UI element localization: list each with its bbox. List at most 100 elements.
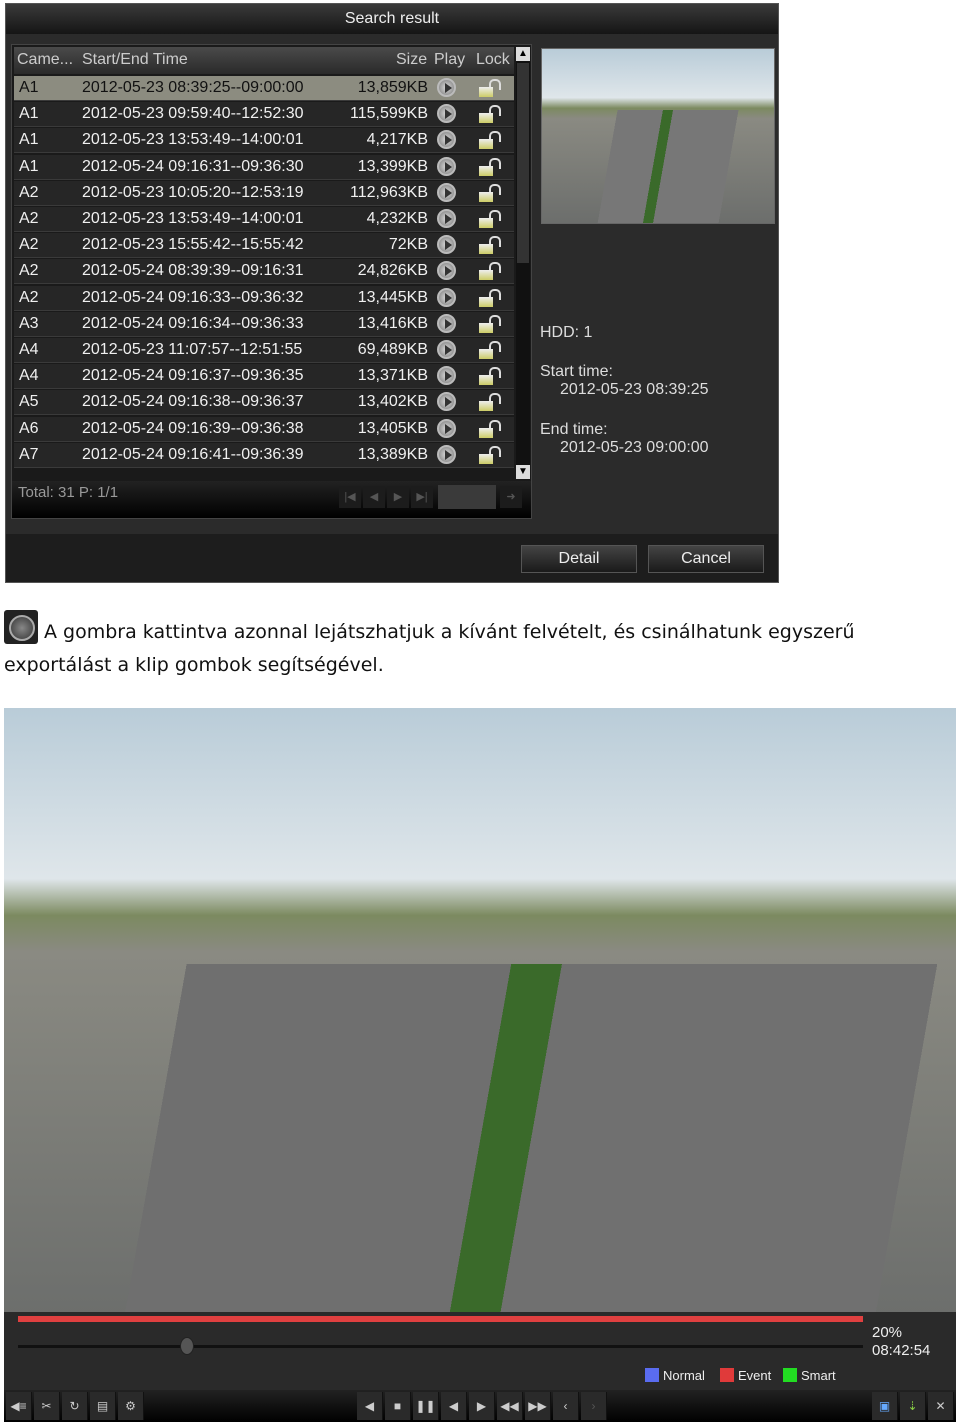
progress-slider[interactable] bbox=[18, 1345, 863, 1348]
close-icon[interactable]: ✕ bbox=[928, 1392, 954, 1420]
time-cell: 2012-05-24 09:16:37--09:36:35 bbox=[82, 367, 304, 385]
previous-icon[interactable]: ‹ bbox=[553, 1392, 579, 1420]
table-row[interactable]: A1 2012-05-23 08:39:25--09:00:00 13,859KB bbox=[14, 76, 514, 101]
column-time[interactable]: Start/End Time bbox=[82, 51, 188, 69]
list-scrollbar[interactable]: ▲ ▼ bbox=[516, 47, 530, 479]
column-size[interactable]: Size bbox=[396, 51, 427, 69]
forward-30s-icon[interactable]: ▶ bbox=[469, 1392, 495, 1420]
play-icon[interactable] bbox=[437, 104, 456, 124]
event-timeline-bar bbox=[18, 1316, 863, 1322]
time-cell: 2012-05-23 13:53:49--14:00:01 bbox=[82, 131, 304, 149]
audio-icon[interactable]: ◀≡ bbox=[6, 1392, 32, 1420]
camera-cell: A2 bbox=[19, 210, 39, 227]
play-icon[interactable] bbox=[437, 209, 456, 228]
first-page-icon[interactable]: |◀ bbox=[339, 486, 361, 508]
play-icon[interactable] bbox=[437, 261, 456, 281]
unlock-icon[interactable] bbox=[479, 183, 501, 203]
unlock-icon[interactable] bbox=[479, 445, 501, 465]
play-icon[interactable] bbox=[437, 78, 456, 97]
go-page-icon[interactable]: ➜ bbox=[500, 486, 522, 508]
play-icon[interactable] bbox=[437, 418, 456, 438]
next-icon[interactable]: › bbox=[581, 1392, 607, 1420]
unlock-icon[interactable] bbox=[479, 288, 501, 308]
table-row[interactable]: A2 2012-05-23 13:53:49--14:00:01 4,232KB bbox=[14, 207, 514, 232]
time-cell: 2012-05-24 09:16:34--09:36:33 bbox=[82, 314, 304, 332]
prev-page-icon[interactable]: ◀ bbox=[363, 486, 385, 508]
play-icon[interactable] bbox=[437, 444, 456, 464]
rewind-30s-icon[interactable]: ◀ bbox=[441, 1392, 467, 1420]
detail-button[interactable]: Detail bbox=[521, 545, 637, 573]
fast-icon[interactable]: ▶▶ bbox=[525, 1392, 551, 1420]
size-cell: 13,389KB bbox=[357, 445, 428, 463]
scroll-thumb[interactable] bbox=[517, 63, 529, 263]
unlock-icon[interactable] bbox=[479, 131, 501, 150]
hdd-label: HDD: 1 bbox=[540, 324, 593, 341]
reverse-play-icon[interactable]: ◀ bbox=[357, 1392, 383, 1420]
unlock-icon[interactable] bbox=[479, 79, 501, 98]
table-row[interactable]: A3 2012-05-24 09:16:34--09:36:33 13,416KB bbox=[14, 311, 514, 337]
unlock-icon[interactable] bbox=[479, 367, 501, 386]
unlock-icon[interactable] bbox=[479, 105, 501, 124]
table-row[interactable]: A5 2012-05-24 09:16:38--09:36:37 13,402KB bbox=[14, 390, 514, 416]
last-page-icon[interactable]: ▶| bbox=[411, 486, 433, 508]
camera-cell: A5 bbox=[19, 393, 39, 411]
play-icon[interactable] bbox=[437, 366, 456, 386]
table-row[interactable]: A2 2012-05-23 15:55:42--15:55:42 72KB bbox=[14, 233, 514, 259]
column-lock: Lock bbox=[476, 51, 510, 68]
size-cell: 13,445KB bbox=[357, 288, 428, 306]
size-cell: 69,489KB bbox=[357, 341, 428, 358]
tag-manage-icon[interactable]: ▤ bbox=[90, 1392, 116, 1420]
table-row[interactable]: A7 2012-05-24 09:16:41--09:36:39 13,389KB bbox=[14, 442, 514, 468]
unlock-icon[interactable] bbox=[479, 314, 501, 334]
table-row[interactable]: A2 2012-05-23 10:05:20--12:53:19 112,963KB bbox=[14, 180, 514, 206]
play-icon[interactable] bbox=[437, 235, 456, 255]
add-tag-icon[interactable]: ↻ bbox=[62, 1392, 88, 1420]
playback-controls: 20% 08:42:54 Normal Event Smart ◀≡ ✂ ↻ ▤… bbox=[4, 1312, 956, 1422]
table-row[interactable]: A4 2012-05-24 09:16:37--09:36:35 13,371KB bbox=[14, 364, 514, 390]
scroll-up-icon[interactable]: ▲ bbox=[516, 47, 530, 61]
play-icon[interactable] bbox=[437, 287, 456, 307]
play-icon[interactable] bbox=[437, 182, 456, 202]
unlock-icon[interactable] bbox=[479, 393, 501, 412]
preview-image bbox=[541, 48, 775, 224]
slow-icon[interactable]: ◀◀ bbox=[497, 1392, 523, 1420]
next-page-icon[interactable]: ▶ bbox=[387, 486, 409, 508]
page-input[interactable] bbox=[438, 485, 496, 509]
table-row[interactable]: A1 2012-05-23 09:59:40--12:52:30 115,599KB bbox=[14, 102, 514, 128]
export-icon[interactable]: ⇣ bbox=[900, 1392, 926, 1420]
progress-slider-handle[interactable] bbox=[180, 1337, 194, 1355]
clip-scissors-icon[interactable]: ✂ bbox=[34, 1392, 60, 1420]
unlock-icon[interactable] bbox=[479, 341, 501, 360]
table-row[interactable]: A4 2012-05-23 11:07:57--12:51:55 69,489KB bbox=[14, 338, 514, 363]
time-cell: 2012-05-23 10:05:20--12:53:19 bbox=[82, 183, 304, 201]
scroll-down-icon[interactable]: ▼ bbox=[516, 465, 530, 479]
end-time-value: 2012-05-23 09:00:00 bbox=[560, 439, 709, 456]
column-play: Play bbox=[434, 51, 466, 68]
size-cell: 4,217KB bbox=[366, 131, 428, 149]
table-row[interactable]: A1 2012-05-23 13:53:49--14:00:01 4,217KB bbox=[14, 128, 514, 154]
play-icon[interactable] bbox=[437, 130, 456, 150]
unlock-icon[interactable] bbox=[479, 210, 501, 229]
camera-cell: A6 bbox=[19, 419, 39, 437]
unlock-icon[interactable] bbox=[479, 236, 501, 255]
unlock-icon[interactable] bbox=[479, 419, 501, 439]
play-icon[interactable] bbox=[437, 313, 456, 333]
play-icon[interactable] bbox=[437, 392, 456, 412]
file-list-icon[interactable]: ▣ bbox=[872, 1392, 898, 1420]
table-row[interactable]: A1 2012-05-24 09:16:31--09:36:30 13,399KB bbox=[14, 154, 514, 180]
table-row[interactable]: A6 2012-05-24 09:16:39--09:36:38 13,405KB bbox=[14, 416, 514, 442]
size-cell: 112,963KB bbox=[350, 183, 428, 201]
cancel-button[interactable]: Cancel bbox=[648, 545, 764, 573]
playback-time: 08:42:54 bbox=[872, 1342, 931, 1359]
settings-gear-icon[interactable]: ⚙ bbox=[118, 1392, 144, 1420]
pause-icon[interactable]: ❚❚ bbox=[413, 1392, 439, 1420]
column-camera[interactable]: Came... bbox=[17, 51, 73, 69]
play-icon[interactable] bbox=[437, 156, 456, 176]
unlock-icon[interactable] bbox=[479, 262, 501, 281]
play-icon[interactable] bbox=[437, 340, 456, 359]
stop-icon[interactable]: ■ bbox=[385, 1392, 411, 1420]
table-row[interactable]: A2 2012-05-24 09:16:33--09:36:32 13,445KB bbox=[14, 285, 514, 311]
legend-label: Normal bbox=[663, 1368, 705, 1383]
unlock-icon[interactable] bbox=[479, 157, 501, 177]
table-row[interactable]: A2 2012-05-24 08:39:39--09:16:31 24,826KB bbox=[14, 259, 514, 285]
